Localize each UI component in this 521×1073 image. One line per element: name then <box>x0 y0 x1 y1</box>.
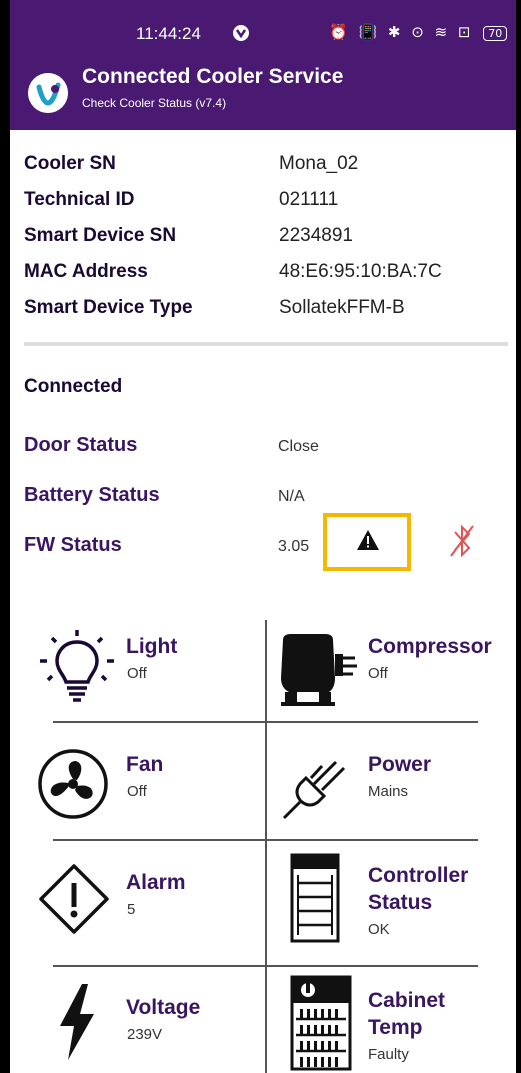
status-value: N/A <box>278 488 305 505</box>
battery-status-row: Battery Status N/A <box>24 484 324 514</box>
tile-title: Light <box>126 635 178 658</box>
info-value: 2234891 <box>279 225 353 246</box>
tile-value: Faulty <box>368 1046 409 1063</box>
tile-title: Alarm <box>126 871 186 894</box>
info-label: Smart Device SN <box>24 225 177 246</box>
info-label: Smart Device Type <box>24 297 193 318</box>
system-icons-text: ⏰ 📳 ✱ ⊙ ≋ ⊡ <box>329 23 474 41</box>
bluetooth-disabled-icon[interactable] <box>447 522 477 562</box>
info-value: 48:E6:95:10:BA:7C <box>279 261 442 282</box>
status-value: Close <box>278 438 319 455</box>
app-subtitle: Check Cooler Status (v7.4) <box>82 96 227 110</box>
info-row-technical-id: Technical ID 021111 <box>24 189 504 219</box>
tile-value: Off <box>127 665 147 682</box>
tile-title-line1: Cabinet <box>368 989 446 1012</box>
tile-title: Compressor <box>368 635 492 658</box>
tile-value: Mains <box>368 783 409 800</box>
tile-value: Off <box>127 783 147 800</box>
battery-icon: 70 <box>483 26 508 41</box>
tile-title-line1: Controller <box>368 864 469 887</box>
tile-value: 5 <box>127 901 136 918</box>
app-notification-icon <box>233 25 249 41</box>
tile-value: OK <box>368 921 390 938</box>
status-value: 3.05 <box>278 538 310 555</box>
warning-icon <box>357 530 379 550</box>
lightbulb-icon <box>40 630 114 702</box>
info-label: MAC Address <box>24 261 148 282</box>
door-status-row: Door Status Close <box>24 434 324 464</box>
info-row-smart-device-sn: Smart Device SN 2234891 <box>24 225 504 255</box>
status-bar: 11:44:24 ⏰ 📳 ✱ ⊙ ≋ ⊡ 70 <box>10 0 516 60</box>
app-title: Connected Cooler Service <box>82 65 344 88</box>
status-label: Door Status <box>24 434 138 456</box>
tile-title-line2: Temp <box>368 1016 423 1039</box>
info-value: 021111 <box>279 189 339 210</box>
fw-status-row: FW Status 3.05 <box>24 534 324 564</box>
info-row-mac-address: MAC Address 48:E6:95:10:BA:7C <box>24 261 504 291</box>
cabinet-temp-icon <box>290 975 352 1071</box>
grid-divider <box>53 721 478 723</box>
system-icons: ⏰ 📳 ✱ ⊙ ≋ ⊡ 70 <box>329 23 508 41</box>
app-logo <box>28 73 68 113</box>
compressor-icon <box>281 634 357 706</box>
status-label: FW Status <box>24 534 122 556</box>
connection-status: Connected <box>24 376 123 397</box>
status-time: 11:44:24 <box>136 24 201 43</box>
alarm-icon <box>39 864 109 934</box>
grid-divider-vertical <box>265 620 267 1073</box>
tile-value: Off <box>368 665 388 682</box>
tile-title: Fan <box>126 753 164 776</box>
lightning-icon <box>60 984 94 1060</box>
fan-icon <box>38 749 108 819</box>
info-value: SollatekFFM-B <box>279 297 405 318</box>
cooler-icon <box>290 853 340 943</box>
grid-divider <box>53 965 478 967</box>
info-label: Cooler SN <box>24 153 116 174</box>
plug-icon <box>282 760 346 820</box>
tile-title: Voltage <box>126 996 201 1019</box>
tile-value: 239V <box>127 1026 163 1043</box>
info-label: Technical ID <box>24 189 135 210</box>
app-bar: Connected Cooler Service Check Cooler St… <box>10 60 516 130</box>
tile-title: Power <box>368 753 432 776</box>
info-row-cooler-sn: Cooler SN Mona_02 <box>24 153 504 183</box>
info-row-smart-device-type: Smart Device Type SollatekFFM-B <box>24 297 504 327</box>
info-value: Mona_02 <box>279 153 359 174</box>
grid-divider <box>53 839 478 841</box>
section-divider <box>24 342 508 346</box>
firmware-warning-button[interactable] <box>323 513 411 571</box>
tile-title-line2: Status <box>368 891 433 914</box>
phone-screen: 11:44:24 ⏰ 📳 ✱ ⊙ ≋ ⊡ 70 Connected Cooler… <box>10 0 516 1073</box>
status-label: Battery Status <box>24 484 160 506</box>
